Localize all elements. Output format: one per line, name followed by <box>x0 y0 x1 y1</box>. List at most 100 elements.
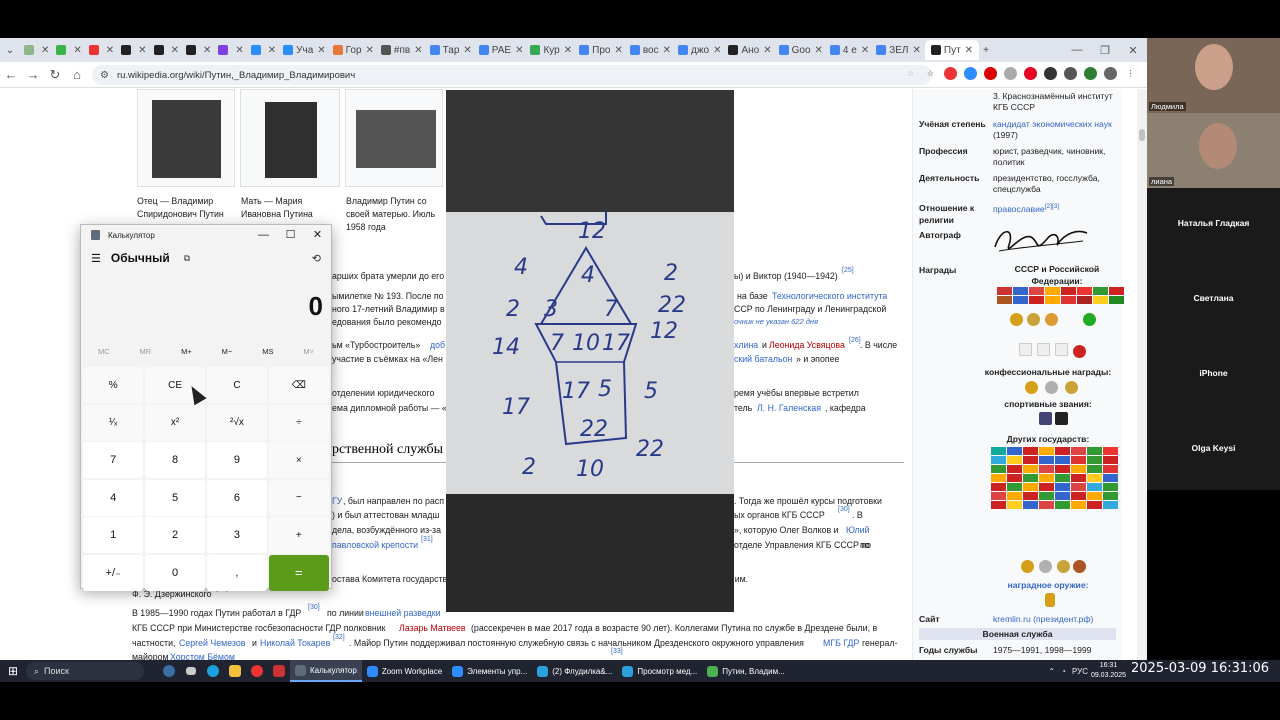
article-link[interactable]: Николай Токарев <box>260 637 330 649</box>
home-icon[interactable]: ⌂ <box>66 67 88 82</box>
tab-close-icon[interactable]: ✕ <box>663 45 671 56</box>
browser-tab[interactable]: PAE ✕ <box>476 40 527 60</box>
awards-weapon-heading[interactable]: наградное оружие: <box>973 580 1123 590</box>
article-link[interactable]: Сергей Чемезов <box>179 637 245 649</box>
browser-tab[interactable]: ✕ <box>118 40 149 60</box>
tab-close-icon[interactable]: ✕ <box>414 45 422 56</box>
tab-close-icon[interactable]: ✕ <box>463 45 471 56</box>
backspace-button[interactable]: ⌫ <box>268 367 329 403</box>
extension-icon[interactable] <box>1004 67 1017 80</box>
tab-close-icon[interactable]: ✕ <box>203 45 211 56</box>
digit-2-button[interactable]: 2 <box>144 517 206 553</box>
browser-tab[interactable]: Кур ✕ <box>527 40 575 60</box>
extension-icon[interactable] <box>944 67 957 80</box>
article-link[interactable]: Хорстом Бёмом <box>170 651 235 660</box>
article-link[interactable]: внешней разведки <box>365 607 440 619</box>
site-info-icon[interactable]: ⚙ <box>100 70 109 81</box>
article-link[interactable]: ГУ <box>332 495 342 507</box>
app-icon[interactable] <box>268 660 290 682</box>
reload-icon[interactable]: ↻ <box>44 67 66 83</box>
minimize-icon[interactable]: — <box>1063 44 1091 56</box>
religion-refs[interactable]: [2][3] <box>1045 203 1059 210</box>
browser-tab[interactable]: вос ✕ <box>627 40 674 60</box>
browser-tab[interactable]: ✕ <box>53 40 84 60</box>
taskbar-app[interactable]: Элементы упр... <box>447 660 532 682</box>
site-link[interactable]: kremlin.ru <box>993 614 1031 624</box>
browser-tab[interactable]: ✕ <box>151 40 182 60</box>
browser-tab[interactable]: Про ✕ <box>576 40 626 60</box>
hamburger-menu-icon[interactable]: ☰ <box>91 252 101 265</box>
browser-tab[interactable]: ЗЕЛ ✕ <box>873 40 924 60</box>
memory-recall-button[interactable]: MR <box>140 347 152 356</box>
widgets-icon[interactable] <box>158 660 180 682</box>
participant-tile[interactable]: Светлана <box>1147 263 1280 338</box>
degree-link[interactable]: кандидат экономических наук <box>993 119 1112 129</box>
article-link[interactable]: Юлий <box>846 524 869 536</box>
article-link[interactable]: хлина <box>734 339 758 351</box>
browser-tab[interactable]: Тар ✕ <box>427 40 475 60</box>
square-button[interactable]: x² <box>144 404 206 441</box>
citation-needed[interactable]: очник не указан 622 дня <box>734 316 818 328</box>
browser-tab[interactable]: ✕ <box>248 40 279 60</box>
tab-close-icon[interactable]: ✕ <box>171 45 179 56</box>
alma-mater-value[interactable]: 3. Краснознамённый институт КГБ СССР <box>993 91 1119 113</box>
digit-8-button[interactable]: 8 <box>144 442 206 478</box>
digit-5-button[interactable]: 5 <box>144 479 206 516</box>
back-icon[interactable]: ← <box>0 67 22 82</box>
ref-link[interactable]: [26] <box>849 335 861 347</box>
restore-icon[interactable]: ❐ <box>1091 44 1119 57</box>
taskbar-search[interactable]: ⌕ Поиск <box>26 662 144 680</box>
photo-mother[interactable] <box>240 89 340 187</box>
tab-close-icon[interactable]: ✕ <box>106 45 114 56</box>
article-link[interactable]: Леонида Усвяцова <box>769 339 845 351</box>
browser-tab[interactable]: 4 е ✕ <box>827 40 872 60</box>
participant-video[interactable]: Людмила <box>1147 38 1280 113</box>
minimize-icon[interactable]: — <box>250 225 277 245</box>
language-indicator[interactable]: РУС <box>1072 667 1088 676</box>
chevron-up-icon[interactable]: ⌃ <box>1048 667 1055 676</box>
multiply-button[interactable]: × <box>268 442 329 478</box>
puzzle-icon[interactable] <box>1064 67 1077 80</box>
browser-tab[interactable]: ✕ <box>86 40 117 60</box>
browser-tab[interactable]: #пв ✕ <box>378 40 426 60</box>
percent-button[interactable]: % <box>83 367 144 403</box>
browser-tab[interactable]: Гор ✕ <box>330 40 377 60</box>
system-clock[interactable]: 16:31 09.03.2025 <box>1091 661 1126 681</box>
decimal-button[interactable]: , <box>206 554 268 591</box>
participant-tile[interactable]: iPhone <box>1147 338 1280 413</box>
tab-close-icon[interactable]: ✕ <box>965 45 973 56</box>
site-link-alt[interactable]: (президент.рф) <box>1033 614 1093 624</box>
tab-close-icon[interactable]: ✕ <box>73 45 81 56</box>
ref-link[interactable]: [30] <box>838 504 850 516</box>
star-icon[interactable]: ☆ <box>924 67 937 80</box>
browser-tab[interactable]: Уча ✕ <box>280 40 329 60</box>
forward-icon[interactable]: → <box>22 67 44 82</box>
reciprocal-button[interactable]: ¹⁄ₓ <box>83 404 144 441</box>
digit-3-button[interactable]: 3 <box>206 517 268 553</box>
browser-tab[interactable]: Ано ✕ <box>725 40 774 60</box>
extension-icon[interactable] <box>984 67 997 80</box>
article-link[interactable]: Л. Н. Галенская <box>757 402 821 414</box>
extension-icon[interactable] <box>1044 67 1057 80</box>
browser-tab[interactable]: джо ✕ <box>675 40 724 60</box>
edge-icon[interactable] <box>202 660 224 682</box>
browser-tab[interactable]: ✕ <box>183 40 214 60</box>
tab-close-icon[interactable]: ✕ <box>515 45 523 56</box>
browser-tab[interactable]: Пут ✕ <box>924 40 980 60</box>
article-link[interactable]: Технологического института <box>772 290 887 302</box>
subtract-button[interactable]: − <box>268 479 329 516</box>
activity-value[interactable]: президентство, госслужба, спецслужба <box>993 173 1119 195</box>
extension-icon[interactable] <box>1084 67 1097 80</box>
tab-search-icon[interactable]: ⌄ <box>0 40 20 60</box>
ref-link[interactable]: [33] <box>611 646 623 658</box>
page-scrollbar[interactable] <box>1137 89 1147 660</box>
tab-close-icon[interactable]: ✕ <box>564 45 572 56</box>
opera-icon[interactable] <box>246 660 268 682</box>
browser-tab[interactable]: ✕ <box>21 40 52 60</box>
memory-store-button[interactable]: MS <box>262 347 273 356</box>
negate-button[interactable]: +/₋ <box>83 554 144 591</box>
tab-close-icon[interactable]: ✕ <box>815 45 823 56</box>
tab-close-icon[interactable]: ✕ <box>268 45 276 56</box>
taskbar-app[interactable]: Просмотр мед... <box>617 660 702 682</box>
tab-close-icon[interactable]: ✕ <box>913 45 921 56</box>
